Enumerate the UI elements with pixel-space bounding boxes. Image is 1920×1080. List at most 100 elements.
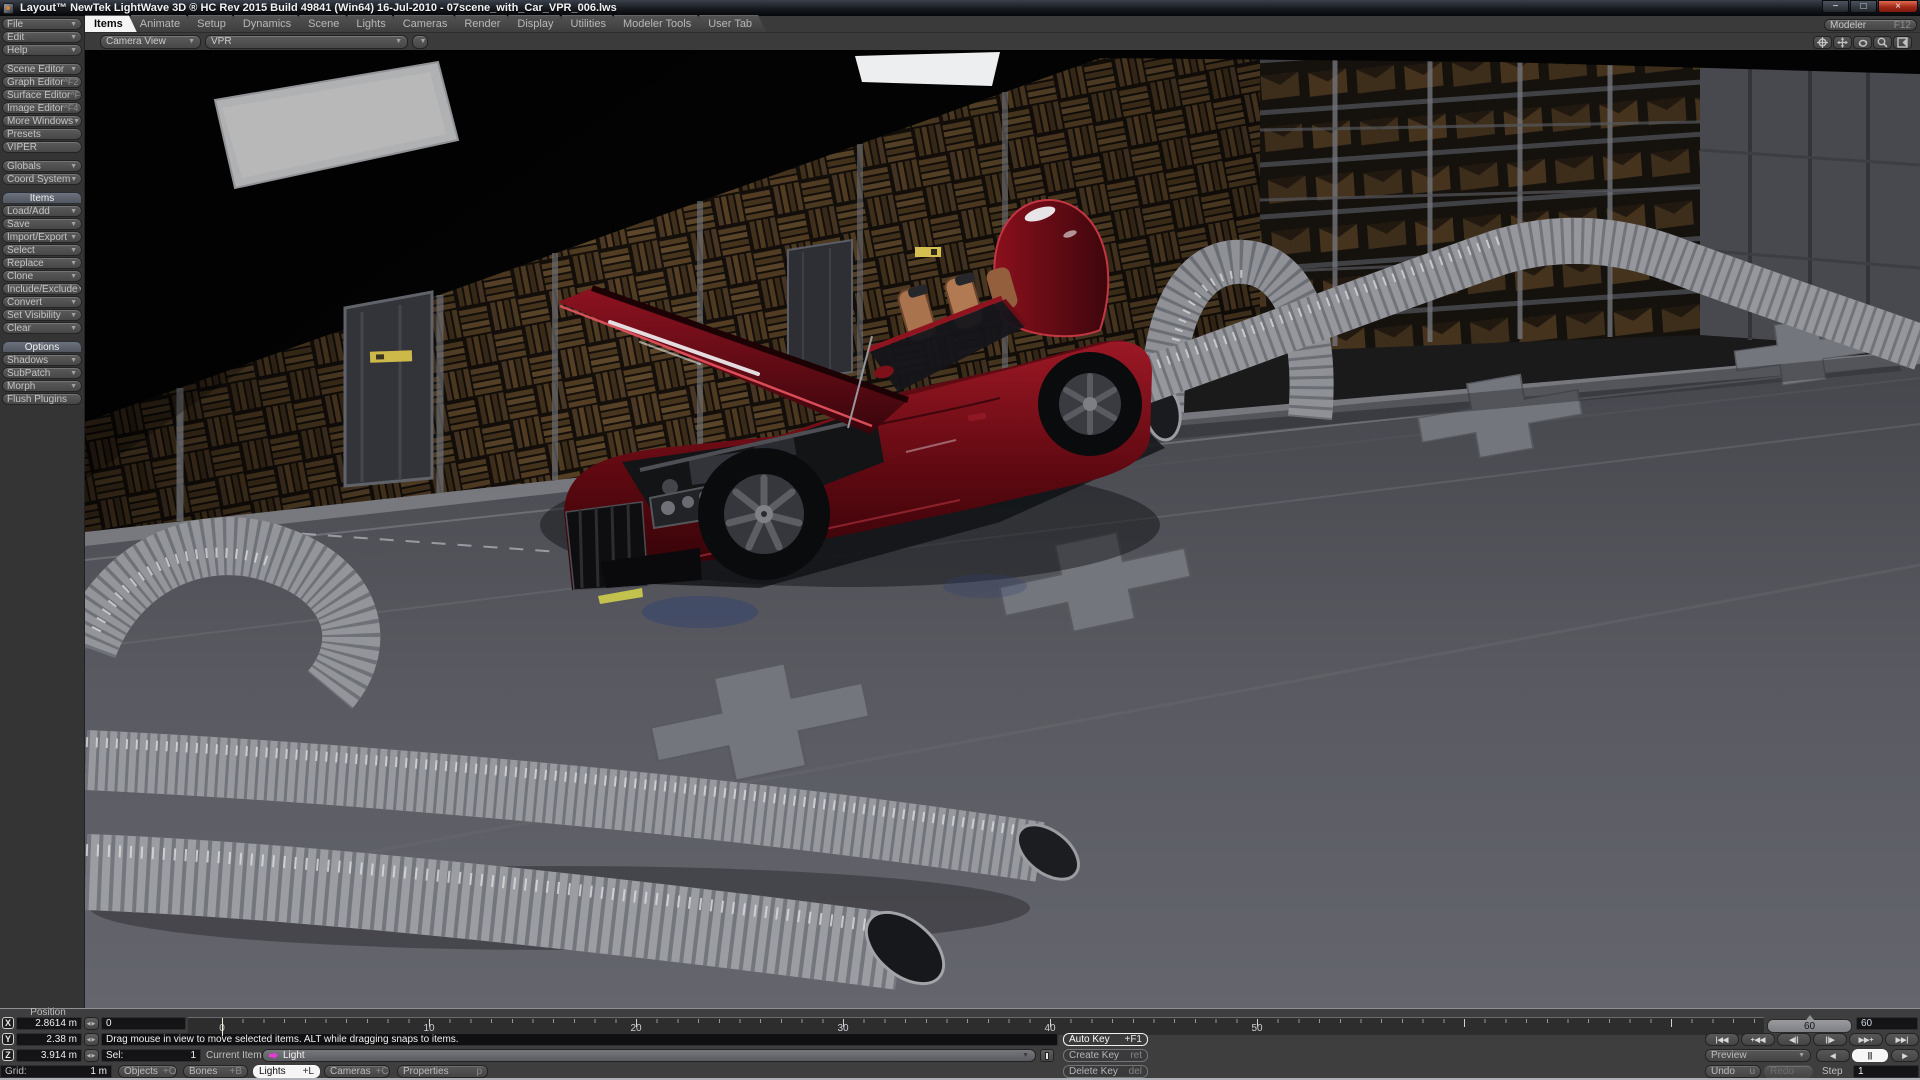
tab-cameras[interactable]: Cameras [394, 15, 462, 32]
tab-display[interactable]: Display [508, 15, 567, 32]
tick-label: 10 [409, 1023, 449, 1034]
maximize-view-icon[interactable] [1893, 36, 1912, 49]
subpatch-button[interactable]: SubPatch▼ [2, 367, 82, 379]
viper-button[interactable]: VIPER [2, 141, 82, 153]
lights-button[interactable]: Lights+L [253, 1065, 320, 1078]
position-y-field[interactable]: 2.38 m [16, 1033, 82, 1046]
move-view-icon[interactable] [1833, 36, 1852, 49]
create-key-button[interactable]: Create Keyret [1063, 1049, 1148, 1062]
tab-modeler-tools[interactable]: Modeler Tools [614, 15, 705, 32]
current-frame-field[interactable]: 0 [101, 1017, 186, 1030]
minimize-icon[interactable]: − [1822, 0, 1849, 13]
file-menu[interactable]: File▼ [2, 18, 82, 30]
close-icon[interactable]: × [1878, 0, 1918, 13]
undo-button[interactable]: Undou [1705, 1065, 1761, 1078]
chevron-down-icon: ▼ [389, 38, 402, 45]
globals-button[interactable]: Globals▼ [2, 160, 82, 172]
preview-dropdown[interactable]: Preview ▼ [1705, 1049, 1811, 1062]
step-back-button[interactable]: ◀|| [1777, 1033, 1811, 1046]
modeler-button[interactable]: Modeler F12 [1824, 19, 1917, 31]
next-key-button[interactable]: ▶▶+ [1849, 1033, 1883, 1046]
chevron-down-icon: ▼ [73, 118, 80, 125]
axis-y-button[interactable]: Y [2, 1033, 14, 1045]
chevron-down-icon: ▼ [70, 221, 77, 228]
chevron-down-icon: ▼ [70, 325, 77, 332]
clear-button[interactable]: Clear▼ [2, 322, 82, 334]
item-options-button[interactable] [1040, 1049, 1054, 1062]
render-options-dropdown[interactable]: ▼ [412, 35, 428, 49]
step-forward-button[interactable]: ||▶ [1813, 1033, 1847, 1046]
graph-editor-button[interactable]: Graph Editor^F2 [2, 76, 82, 88]
help-menu[interactable]: Help▼ [2, 44, 82, 56]
auto-key-button[interactable]: Auto Key+F1 [1063, 1033, 1148, 1046]
set-visibility-button[interactable]: Set Visibility▼ [2, 309, 82, 321]
redo-button[interactable]: Redo [1764, 1065, 1813, 1078]
presets-button[interactable]: Presets [2, 128, 82, 140]
replace-button[interactable]: Replace▼ [2, 257, 82, 269]
tab-dynamics[interactable]: Dynamics [234, 15, 305, 32]
cameras-button[interactable]: Cameras+C [324, 1065, 390, 1078]
coord-system-button[interactable]: Coord System▼ [2, 173, 82, 185]
viewport-header: Camera View ▼ VPR ▼ ▼ [85, 33, 1920, 50]
properties-button[interactable]: Propertiesp [397, 1065, 488, 1078]
tab-items[interactable]: Items [85, 15, 137, 32]
axis-x-button[interactable]: X [2, 1017, 14, 1029]
load-add-button[interactable]: Load/Add▼ [2, 205, 82, 217]
position-z-field[interactable]: 3.914 m [16, 1049, 82, 1062]
pause-button[interactable]: || [1852, 1049, 1888, 1062]
restore-icon[interactable]: □ [1850, 0, 1877, 13]
tab-render[interactable]: Render [455, 15, 514, 32]
nudge-y[interactable]: ◀▶ [84, 1033, 99, 1046]
prev-key-button[interactable]: +◀◀ [1741, 1033, 1775, 1046]
morph-button[interactable]: Morph▼ [2, 380, 82, 392]
tab-lights[interactable]: Lights [347, 15, 399, 32]
items-section-header: Items [2, 192, 82, 204]
nudge-arrows-icon: ◀▶ [87, 1053, 97, 1059]
play-forward-button[interactable]: ▶ [1891, 1049, 1919, 1062]
image-editor-button[interactable]: Image Editor^F4 [2, 102, 82, 114]
include-exclude-button[interactable]: Include/Exclude▼ [2, 283, 82, 295]
edit-menu[interactable]: Edit▼ [2, 31, 82, 43]
light-icon [269, 1052, 278, 1060]
more-windows-button[interactable]: More Windows▼ [2, 115, 82, 127]
convert-button[interactable]: Convert▼ [2, 296, 82, 308]
current-item-dropdown[interactable]: Light ▼ [262, 1049, 1036, 1062]
tab-utilities[interactable]: Utilities [562, 15, 620, 32]
chevron-down-icon: ▼ [70, 312, 77, 319]
tab-user-tab[interactable]: User Tab [699, 15, 766, 32]
go-start-button[interactable]: |◀◀ [1705, 1033, 1739, 1046]
clone-button[interactable]: Clone▼ [2, 270, 82, 282]
play-reverse-button[interactable]: ◀ [1816, 1049, 1850, 1062]
end-frame-field[interactable]: 60 [1856, 1017, 1918, 1030]
rotate-view-icon[interactable] [1853, 36, 1872, 49]
import-export-button[interactable]: Import/Export▼ [2, 231, 82, 243]
tab-animate[interactable]: Animate [131, 15, 194, 32]
timeline-playhead[interactable] [222, 1018, 223, 1036]
axis-z-button[interactable]: Z [2, 1049, 14, 1061]
save-button[interactable]: Save▼ [2, 218, 82, 230]
render-mode-dropdown[interactable]: VPR ▼ [205, 35, 408, 49]
flush-plugins-button[interactable]: Flush Plugins [2, 393, 82, 405]
tab-scene[interactable]: Scene [299, 15, 353, 32]
shadows-button[interactable]: Shadows▼ [2, 354, 82, 366]
zoom-view-icon[interactable] [1873, 36, 1892, 49]
surface-editor-button[interactable]: Surface Editor^F3 [2, 89, 82, 101]
nudge-x[interactable]: ◀▶ [84, 1017, 99, 1030]
center-view-icon[interactable] [1813, 36, 1832, 49]
viewport-3d[interactable] [85, 50, 1920, 1008]
timeline-range-handle[interactable]: 60 [1767, 1019, 1852, 1033]
objects-button[interactable]: Objects+O [118, 1065, 177, 1078]
step-field[interactable]: 1 [1853, 1065, 1919, 1078]
chevron-down-icon: ▼ [70, 66, 77, 73]
bones-button[interactable]: Bones+B [183, 1065, 248, 1078]
scene-editor-button[interactable]: Scene Editor▼ [2, 63, 82, 75]
status-message: Drag mouse in view to move selected item… [101, 1033, 1058, 1046]
delete-key-button[interactable]: Delete Keydel [1063, 1065, 1148, 1078]
nudge-z[interactable]: ◀▶ [84, 1049, 99, 1062]
view-type-dropdown[interactable]: Camera View ▼ [100, 35, 201, 49]
tab-setup[interactable]: Setup [188, 15, 240, 32]
chevron-down-icon: ▼ [70, 34, 77, 41]
position-x-field[interactable]: 2.8614 m [16, 1017, 82, 1030]
go-end-button[interactable]: ▶▶| [1885, 1033, 1919, 1046]
select-button[interactable]: Select▼ [2, 244, 82, 256]
